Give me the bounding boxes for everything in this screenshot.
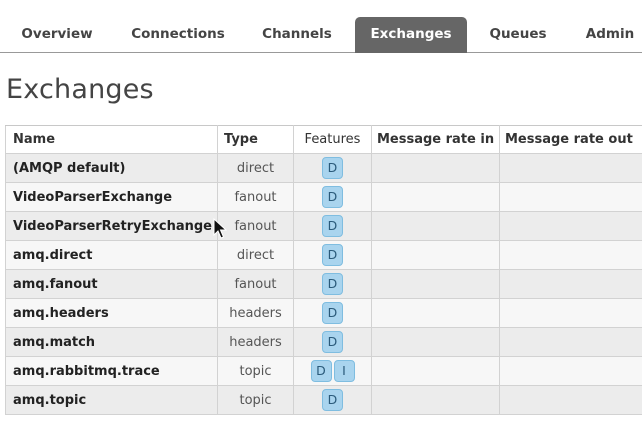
message-rate-out (499, 385, 642, 415)
exchange-type: fanout (217, 182, 294, 212)
column-header-features[interactable]: Features (293, 125, 372, 154)
exchange-features: DI (293, 356, 372, 386)
table-row: VideoParserRetryExchange fanout D (5, 211, 642, 241)
feature-badge-durable: D (322, 244, 343, 266)
exchange-name-link[interactable]: amq.fanout (5, 269, 218, 299)
message-rate-out (499, 269, 642, 299)
message-rate-in (371, 269, 500, 299)
message-rate-out (499, 153, 642, 183)
column-header-message-rate-in[interactable]: Message rate in (371, 125, 500, 154)
message-rate-in (371, 182, 500, 212)
exchange-type: fanout (217, 269, 294, 299)
exchange-features: D (293, 298, 372, 328)
feature-badge-durable: D (322, 273, 343, 295)
tab-channels[interactable]: Channels (254, 17, 340, 52)
exchange-name-link[interactable]: (AMQP default) (5, 153, 218, 183)
main-nav-tabs: Overview Connections Channels Exchanges … (0, 14, 642, 53)
column-header-message-rate-out[interactable]: Message rate out (499, 125, 642, 154)
tab-exchanges[interactable]: Exchanges (355, 17, 467, 53)
column-header-name[interactable]: Name (5, 125, 218, 154)
table-row: amq.match headers D (5, 327, 642, 357)
tab-queues[interactable]: Queues (482, 17, 554, 52)
exchange-type: direct (217, 240, 294, 270)
exchange-type: fanout (217, 211, 294, 241)
exchange-features: D (293, 153, 372, 183)
exchange-type: topic (217, 385, 294, 415)
message-rate-out (499, 240, 642, 270)
feature-badge-durable: D (322, 157, 343, 179)
feature-badge-durable: D (322, 389, 343, 411)
feature-badge-durable: D (310, 360, 332, 382)
tab-overview[interactable]: Overview (12, 17, 102, 52)
exchange-name-link[interactable]: amq.rabbitmq.trace (5, 356, 218, 386)
table-row: amq.rabbitmq.trace topic DI (5, 356, 642, 386)
message-rate-in (371, 211, 500, 241)
table-row: (AMQP default) direct D (5, 153, 642, 183)
feature-badge-internal: I (333, 360, 355, 382)
feature-badge-durable: D (322, 215, 343, 237)
table-row: VideoParserExchange fanout D (5, 182, 642, 212)
feature-badge-durable: D (322, 331, 343, 353)
message-rate-in (371, 298, 500, 328)
exchange-name-link[interactable]: VideoParserRetryExchange (5, 211, 218, 241)
tab-connections[interactable]: Connections (124, 17, 232, 52)
table-row: amq.topic topic D (5, 385, 642, 415)
mouse-pointer-icon (213, 218, 227, 239)
exchange-type: headers (217, 327, 294, 357)
exchange-type: topic (217, 356, 294, 386)
message-rate-in (371, 327, 500, 357)
message-rate-out (499, 182, 642, 212)
message-rate-in (371, 385, 500, 415)
exchange-features: D (293, 327, 372, 357)
table-header-row: Name Type Features Message rate in Messa… (5, 125, 642, 154)
table-row: amq.headers headers D (5, 298, 642, 328)
message-rate-out (499, 211, 642, 241)
rabbitmq-management-page: Overview Connections Channels Exchanges … (0, 0, 642, 429)
exchange-features: D (293, 385, 372, 415)
feature-badge-durable: D (322, 302, 343, 324)
table-row: amq.direct direct D (5, 240, 642, 270)
column-header-type[interactable]: Type (217, 125, 294, 154)
exchange-name-link[interactable]: amq.topic (5, 385, 218, 415)
exchange-type: headers (217, 298, 294, 328)
exchange-features: D (293, 240, 372, 270)
exchange-name-link[interactable]: amq.headers (5, 298, 218, 328)
message-rate-in (371, 153, 500, 183)
exchange-type: direct (217, 153, 294, 183)
exchanges-table: Name Type Features Message rate in Messa… (5, 125, 642, 415)
feature-badge-durable: D (322, 186, 343, 208)
exchange-features: D (293, 269, 372, 299)
exchange-name-link[interactable]: amq.match (5, 327, 218, 357)
tab-admin[interactable]: Admin (580, 17, 640, 52)
message-rate-in (371, 240, 500, 270)
exchange-name-link[interactable]: amq.direct (5, 240, 218, 270)
exchange-features: D (293, 211, 372, 241)
exchange-features: D (293, 182, 372, 212)
message-rate-out (499, 298, 642, 328)
page-title: Exchanges (6, 74, 154, 105)
message-rate-out (499, 356, 642, 386)
message-rate-out (499, 327, 642, 357)
table-row: amq.fanout fanout D (5, 269, 642, 299)
exchange-name-link[interactable]: VideoParserExchange (5, 182, 218, 212)
message-rate-in (371, 356, 500, 386)
